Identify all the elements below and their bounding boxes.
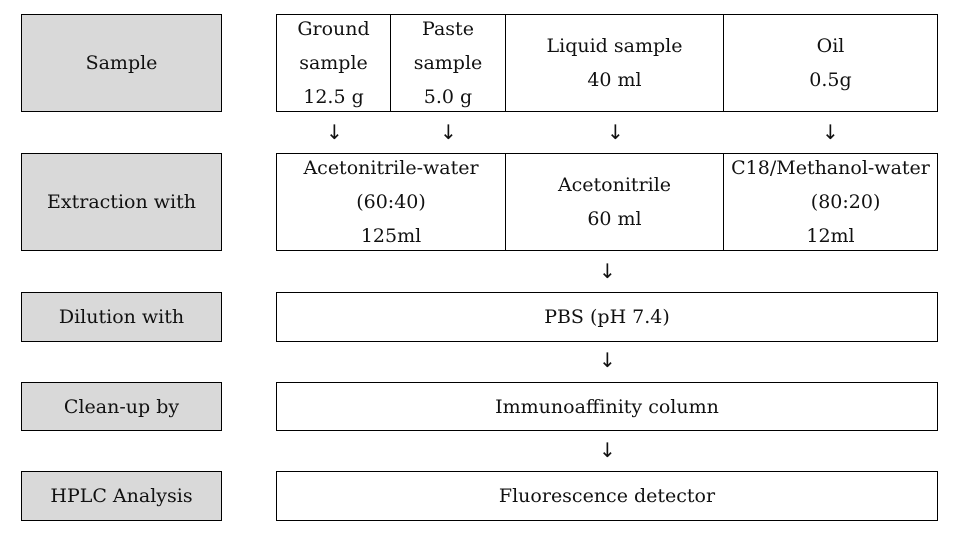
label-dilution: Dilution with (21, 292, 222, 342)
arrow-down-icon: ↓ (599, 348, 616, 372)
label-cleanup: Clean-up by (21, 382, 222, 431)
cell-acetonitrile-water: Acetonitrile-water (60:40) 125ml (276, 153, 506, 251)
cell-liquid-sample: Liquid sample 40 ml (505, 14, 724, 112)
arrow-down-icon: ↓ (607, 120, 624, 144)
arrow-down-icon: ↓ (440, 120, 457, 144)
cell-acetonitrile: Acetonitrile 60 ml (505, 153, 724, 251)
cell-oil: Oil 0.5g (723, 14, 938, 112)
cell-immunoaffinity: Immunoaffinity column (276, 382, 938, 431)
label-hplc: HPLC Analysis (21, 471, 222, 521)
arrow-down-icon: ↓ (822, 120, 839, 144)
label-extraction: Extraction with (21, 153, 222, 251)
flow-diagram: Sample Ground sample 12.5 g Paste sample… (0, 0, 957, 535)
label-sample: Sample (21, 14, 222, 112)
arrow-down-icon: ↓ (326, 120, 343, 144)
cell-c18-methanol-water: C18/Methanol-water (80:20) 12ml (723, 153, 938, 251)
cell-ground-sample: Ground sample 12.5 g (276, 14, 391, 112)
cell-pbs: PBS (pH 7.4) (276, 292, 938, 342)
cell-paste-sample: Paste sample 5.0 g (390, 14, 506, 112)
cell-fluorescence: Fluorescence detector (276, 471, 938, 521)
arrow-down-icon: ↓ (599, 438, 616, 462)
arrow-down-icon: ↓ (599, 259, 616, 283)
